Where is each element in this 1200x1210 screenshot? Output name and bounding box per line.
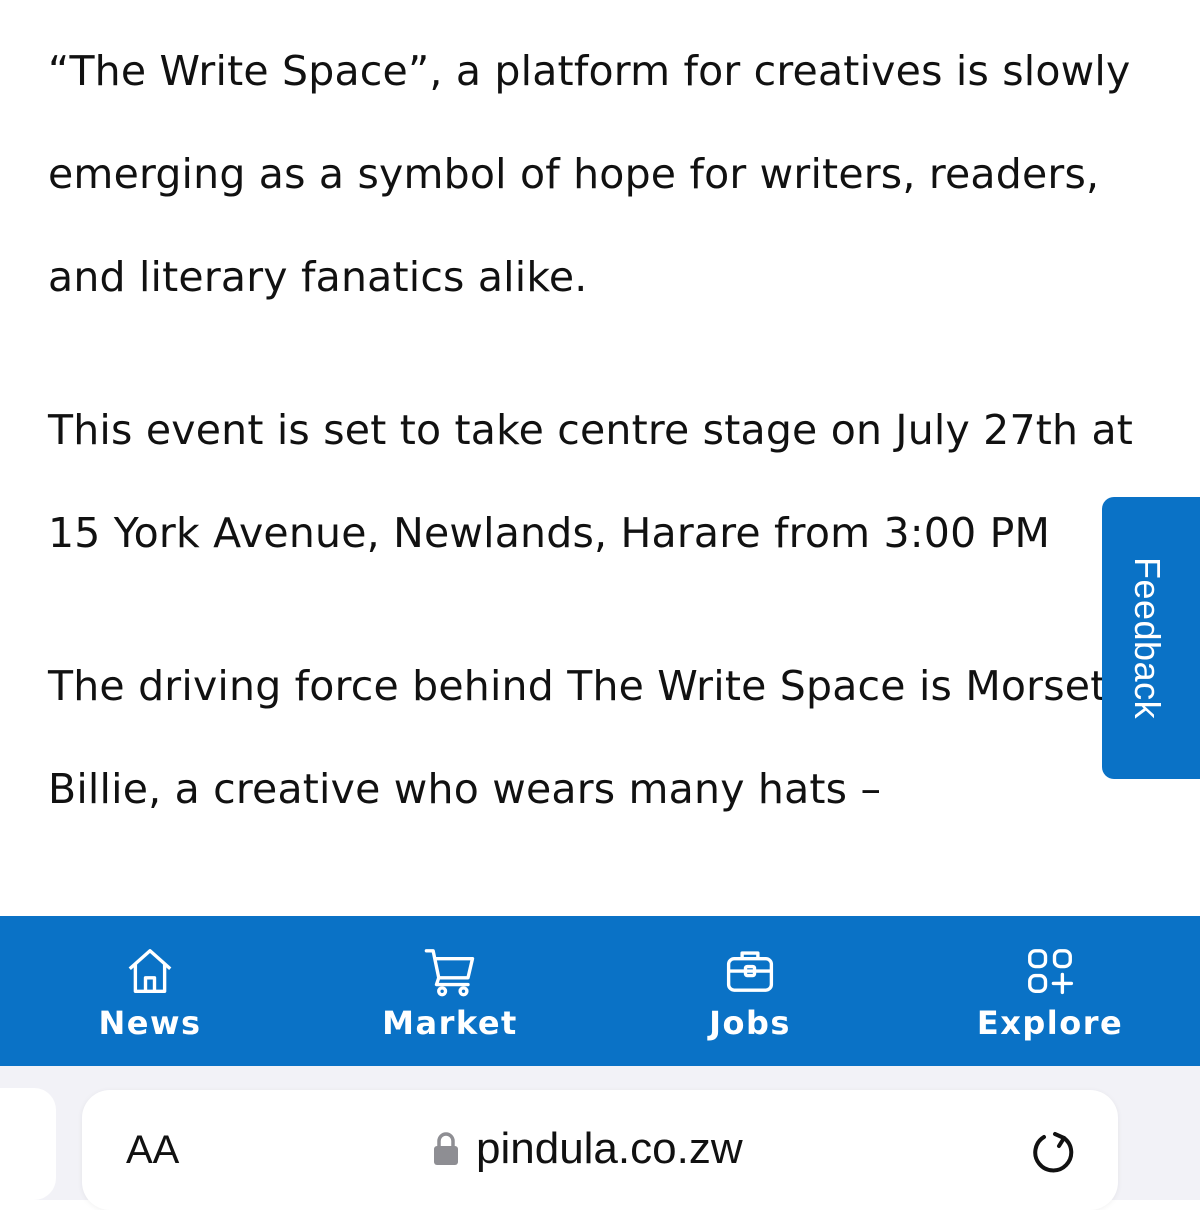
nav-item-jobs[interactable]: Jobs — [600, 916, 900, 1066]
cart-icon — [424, 949, 475, 997]
nav-label: News — [98, 1004, 202, 1042]
nav-label: Market — [382, 1004, 518, 1042]
reload-icon[interactable] — [1028, 1126, 1080, 1178]
nav-item-market[interactable]: Market — [300, 916, 600, 1066]
lock-icon — [434, 1132, 458, 1165]
home-icon — [128, 949, 172, 993]
nav-label: Jobs — [709, 1004, 791, 1042]
feedback-button[interactable]: Feedback — [1102, 497, 1200, 779]
explore-grid-icon — [1028, 949, 1074, 995]
url-display[interactable]: pindula.co.zw — [432, 1124, 743, 1174]
article-body: “The Write Space”, a platform for creati… — [48, 20, 1158, 891]
nav-label: Explore — [976, 1004, 1124, 1042]
article-paragraph: This event is set to take centre stage o… — [48, 406, 1134, 557]
url-text: pindula.co.zw — [476, 1124, 743, 1173]
article-paragraph: “The Write Space”, a platform for creati… — [48, 47, 1131, 301]
briefcase-icon — [726, 951, 774, 992]
address-bar[interactable]: AA pindula.co.zw — [82, 1090, 1118, 1210]
nav-item-news[interactable]: News — [0, 916, 300, 1066]
article-paragraph: The driving force behind The Write Space… — [48, 662, 1107, 813]
nav-item-explore[interactable]: Explore — [900, 916, 1200, 1066]
previous-tab-card[interactable] — [0, 1088, 56, 1200]
text-size-button[interactable]: AA — [126, 1128, 179, 1173]
browser-toolbar: AA pindula.co.zw — [0, 1066, 1200, 1210]
text-size-label: AA — [126, 1128, 180, 1172]
bottom-navigation: News Market Jobs Explore — [0, 916, 1200, 1066]
feedback-label: Feedback — [1127, 556, 1168, 720]
